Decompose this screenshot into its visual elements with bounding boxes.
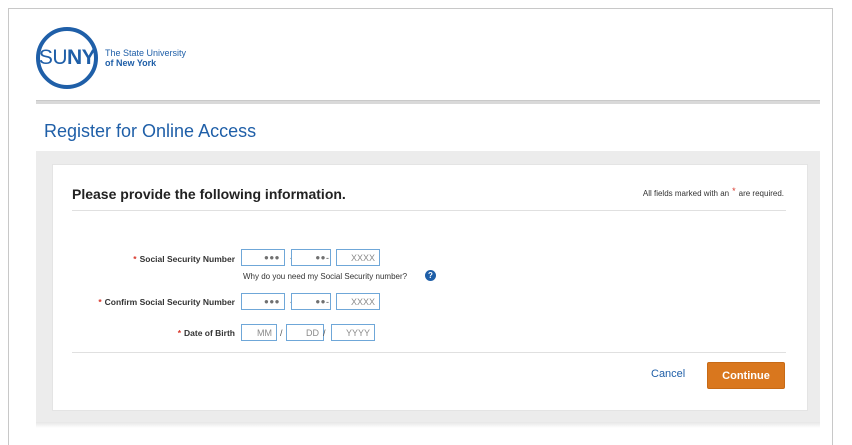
dob-month-input[interactable] [242, 325, 272, 340]
dob-day-input[interactable] [287, 325, 319, 340]
form-heading: Please provide the following information… [72, 186, 346, 202]
confirm-ssn-separator-2: - [326, 297, 329, 307]
header-divider [36, 100, 820, 104]
dob-day-field[interactable] [286, 324, 324, 341]
form-footer-divider [72, 352, 786, 353]
confirm-ssn-part3-input[interactable] [337, 294, 375, 309]
confirm-ssn-part2-field[interactable]: ●● [291, 293, 331, 310]
ssn-part3-input[interactable] [337, 250, 375, 265]
cancel-link[interactable]: Cancel [651, 368, 685, 380]
dob-separator-2: / [323, 328, 326, 338]
question-circle-icon[interactable]: ? [425, 270, 436, 281]
suny-logo[interactable]: SUNY The State University of New York [36, 27, 186, 89]
dob-month-field[interactable] [241, 324, 277, 341]
page-title: Register for Online Access [44, 121, 257, 141]
ssn-label: * Social Security Number [133, 254, 235, 264]
dob-year-field[interactable] [331, 324, 375, 341]
ssn-part2-field[interactable]: ●● [291, 249, 331, 266]
logo-line-2: of New York [105, 58, 157, 68]
suny-logo-text: The State University of New York [105, 48, 186, 68]
required-star: * [732, 186, 736, 196]
logo-line-1: The State University [105, 48, 187, 58]
ssn-part3-field[interactable] [336, 249, 380, 266]
dob-separator-1: / [280, 328, 283, 338]
ssn-separator-2: - [326, 253, 329, 263]
ssn-help-text[interactable]: Why do you need my Social Security numbe… [243, 272, 407, 281]
confirm-ssn-part3-field[interactable] [336, 293, 380, 310]
dob-year-input[interactable] [332, 325, 370, 340]
panel-shadow [36, 422, 820, 428]
dob-label: * Date of Birth [177, 328, 235, 338]
continue-button[interactable]: Continue [707, 362, 785, 389]
required-fields-note: All fields marked with an * are required. [642, 186, 784, 198]
confirm-ssn-part1-field[interactable]: ●●● [241, 293, 285, 310]
ssn-part1-field[interactable]: ●●● [241, 249, 285, 266]
suny-logo-mark: SUNY [36, 27, 98, 89]
form-heading-divider [72, 210, 786, 211]
confirm-ssn-label: * Confirm Social Security Number [98, 297, 235, 307]
